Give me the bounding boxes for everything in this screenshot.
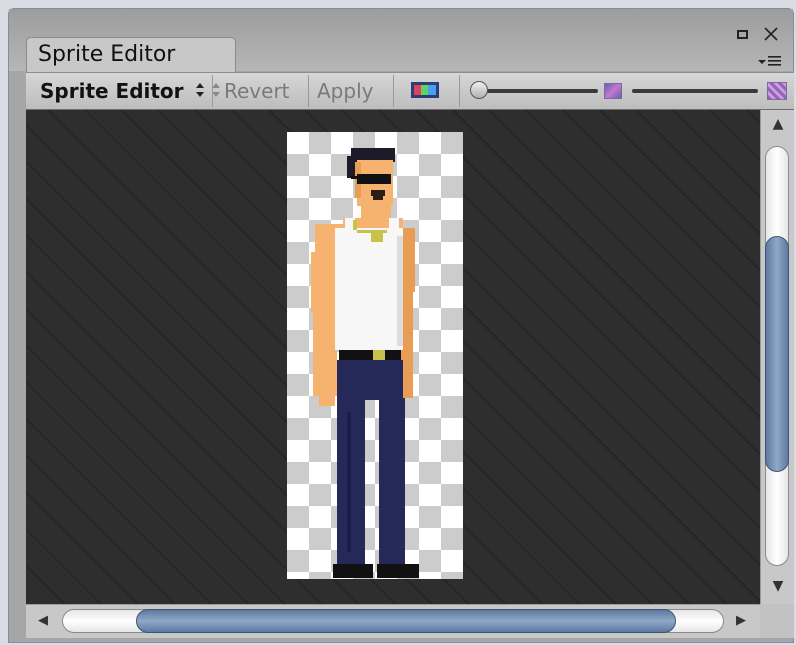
scroll-up-button[interactable]: ▲ bbox=[761, 110, 795, 138]
toolbar-divider bbox=[459, 75, 460, 107]
zoom-slider-thumb[interactable] bbox=[470, 81, 488, 99]
scrollbar-corner bbox=[760, 604, 794, 638]
mip-level-slider[interactable] bbox=[632, 81, 762, 101]
small-texture-icon bbox=[604, 83, 622, 99]
vertical-scrollbar[interactable]: ▲ ▼ bbox=[760, 110, 794, 604]
mode-dropdown-label: Sprite Editor bbox=[40, 79, 184, 103]
toolbar-divider bbox=[212, 75, 213, 107]
mip-slider-track bbox=[632, 89, 758, 93]
scroll-left-button[interactable]: ◀ bbox=[28, 605, 58, 637]
sprite-editor-toolbar: Sprite Editor Revert Apply bbox=[26, 72, 794, 110]
large-texture-icon bbox=[767, 82, 787, 100]
rgb-channel-icon-glyph bbox=[411, 82, 439, 98]
zoom-slider-track bbox=[478, 89, 598, 93]
maximize-icon[interactable] bbox=[737, 28, 749, 44]
window-menu-icon-glyph bbox=[758, 56, 781, 66]
toolbar-divider bbox=[308, 75, 309, 107]
zoom-slider[interactable] bbox=[470, 81, 600, 101]
vertical-scroll-thumb[interactable] bbox=[765, 236, 789, 472]
mode-dropdown[interactable]: Sprite Editor bbox=[40, 73, 221, 109]
horizontal-scrollbar[interactable]: ◀ ▶ bbox=[26, 604, 760, 638]
tab-sprite-editor[interactable]: Sprite Editor bbox=[26, 37, 236, 73]
scroll-down-button[interactable]: ▼ bbox=[761, 572, 795, 600]
apply-button[interactable]: Apply bbox=[317, 73, 373, 109]
maximize-icon-glyph bbox=[737, 30, 748, 39]
scroll-right-button[interactable]: ▶ bbox=[726, 605, 756, 637]
rgb-channel-icon[interactable] bbox=[411, 82, 439, 98]
horizontal-scroll-thumb[interactable] bbox=[136, 609, 676, 633]
toolbar-divider bbox=[393, 75, 394, 107]
character-sprite bbox=[311, 148, 419, 578]
editor-window-frame: Sprite Editor Sprite Editor Revert Apply bbox=[0, 0, 796, 645]
revert-button[interactable]: Revert bbox=[224, 73, 290, 109]
close-icon[interactable] bbox=[762, 25, 780, 48]
dropdown-arrows-icon bbox=[195, 83, 210, 102]
tab-label: Sprite Editor bbox=[38, 42, 176, 67]
dropdown-arrows-glyph bbox=[195, 83, 204, 97]
window-menu-icon[interactable] bbox=[757, 52, 783, 73]
close-icon-glyph bbox=[764, 27, 778, 41]
